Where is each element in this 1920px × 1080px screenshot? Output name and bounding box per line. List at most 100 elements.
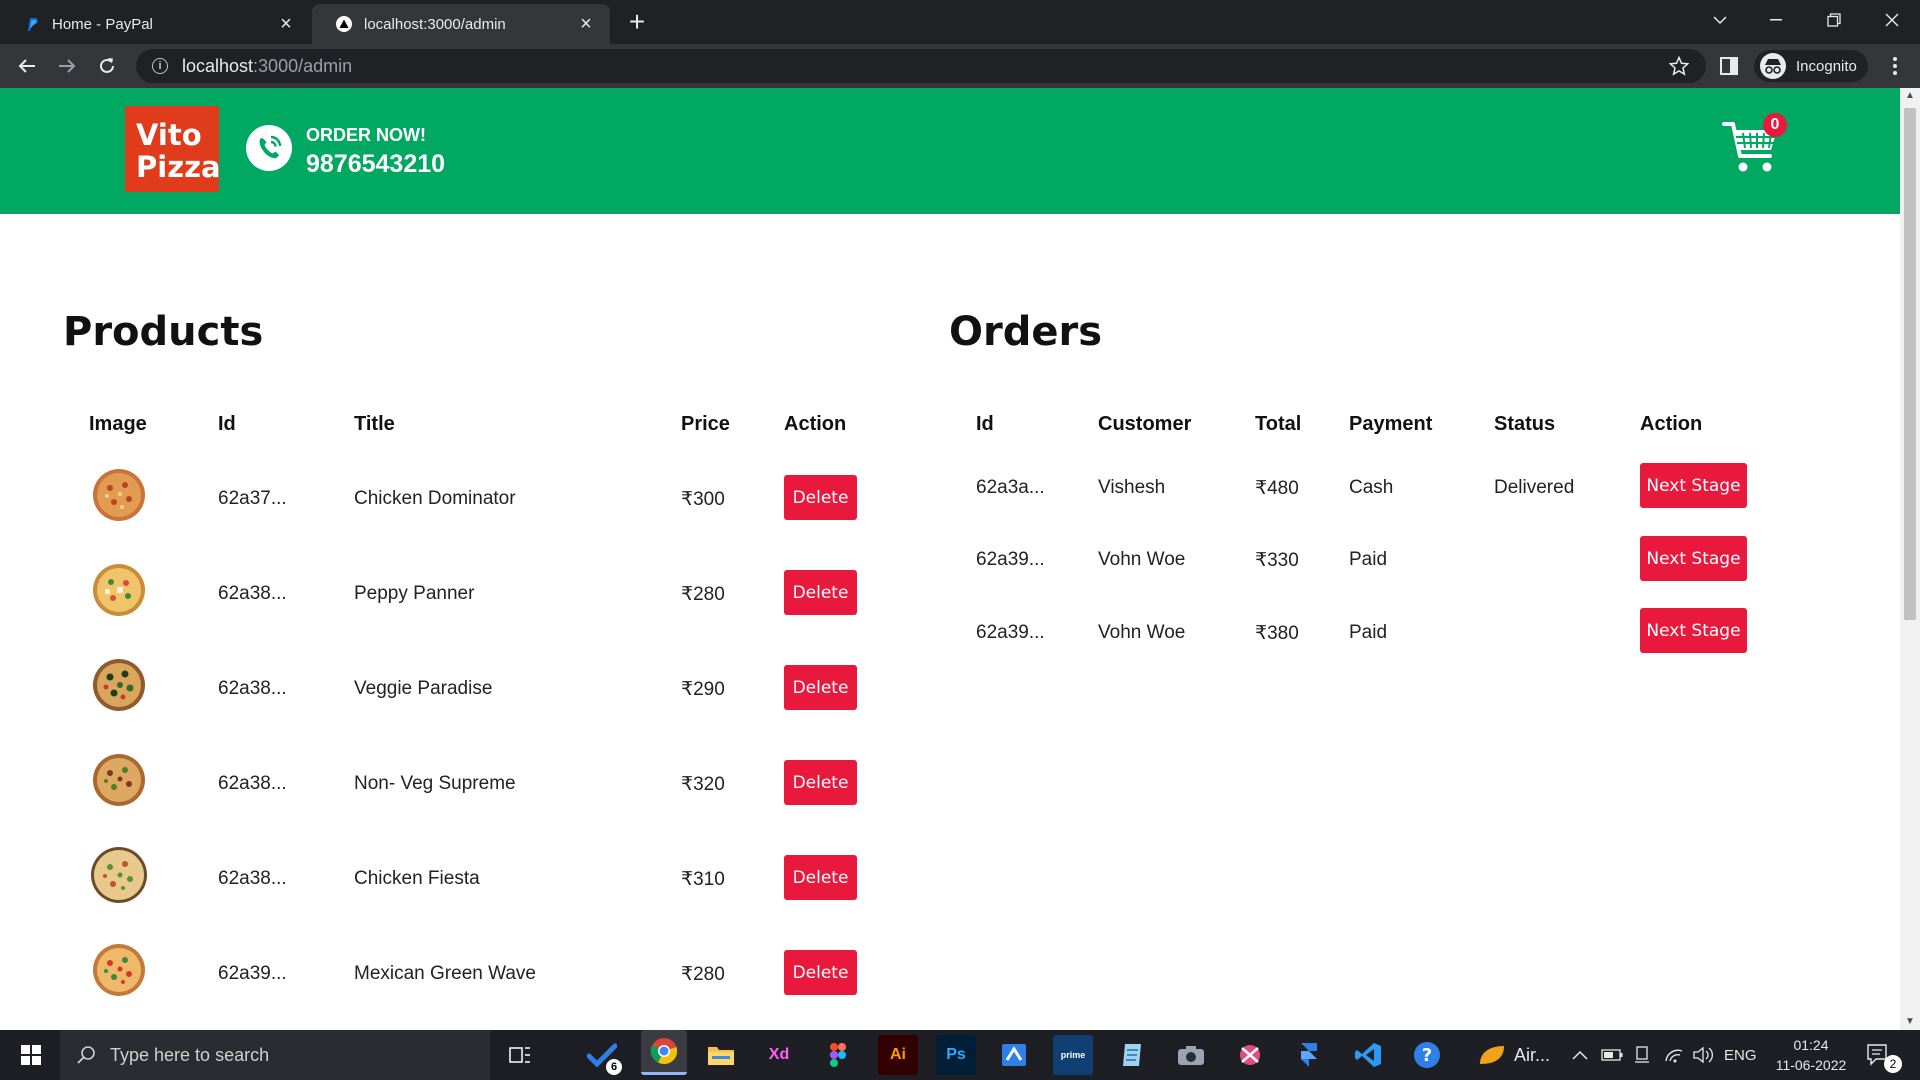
notepad-icon[interactable] [1112, 1035, 1152, 1075]
notification-count-badge: 2 [1884, 1055, 1902, 1073]
tab-paypal[interactable]: Home - PayPal × [0, 4, 310, 44]
orders-header-total: Total [1255, 413, 1302, 435]
todo-app-icon[interactable]: 6 [582, 1035, 622, 1075]
product-title: Peppy Panner [354, 583, 475, 604]
order-total: ₹330 [1255, 550, 1299, 571]
vito-pizza-logo[interactable]: Vito Pizza [125, 106, 221, 192]
battery-icon[interactable] [1601, 1030, 1623, 1080]
restore-button[interactable] [1806, 0, 1862, 40]
help-icon[interactable]: ? [1407, 1035, 1447, 1075]
airplay-weather-widget[interactable]: Air... [1478, 1030, 1550, 1080]
next-stage-button[interactable]: Next Stage [1640, 608, 1747, 653]
windows-start-icon[interactable] [10, 1035, 52, 1075]
scrollbar-thumb[interactable] [1904, 108, 1916, 620]
clock-time: 01:24 [1793, 1037, 1829, 1053]
products-header-price: Price [681, 413, 730, 435]
page-scrollbar[interactable]: ▲ ▼ [1900, 88, 1920, 1030]
chrome-taskbar-icon[interactable] [641, 1030, 687, 1075]
back-arrow-icon[interactable] [12, 51, 42, 81]
tray-overflow-chevron-icon[interactable] [1572, 1030, 1588, 1080]
migration-app-icon[interactable] [994, 1035, 1034, 1075]
delete-button[interactable]: Delete [784, 950, 857, 995]
order-id: 62a39... [976, 622, 1045, 643]
order-now-label: ORDER NOW! [306, 125, 426, 145]
weather-leaf-icon [1480, 1046, 1504, 1064]
address-bar[interactable]: i localhost:3000/admin [136, 49, 1706, 83]
tab-admin[interactable]: localhost:3000/admin × [312, 4, 610, 44]
cart-count-badge: 0 [1763, 113, 1787, 137]
triangle-favicon-icon [336, 16, 352, 32]
adobe-photoshop-icon[interactable]: Ps [936, 1035, 976, 1075]
file-explorer-icon[interactable] [701, 1035, 741, 1075]
adobe-illustrator-icon[interactable]: Ai [878, 1035, 918, 1075]
delete-button[interactable]: Delete [784, 760, 857, 805]
product-title: Veggie Paradise [354, 678, 493, 699]
incognito-profile-button[interactable]: Incognito [1754, 50, 1868, 82]
scroll-up-arrow-icon[interactable]: ▲ [1900, 88, 1920, 104]
clock-date: 11-06-2022 [1775, 1057, 1847, 1073]
paypal-icon [24, 16, 40, 32]
close-window-button[interactable] [1864, 0, 1920, 40]
url-host: localhost [182, 55, 254, 76]
notifications-icon[interactable]: 2 [1866, 1030, 1902, 1080]
close-tab-icon[interactable]: × [576, 14, 596, 34]
pizza-image [93, 754, 145, 806]
order-payment: Paid [1349, 622, 1388, 643]
snip-tool-icon[interactable] [1230, 1035, 1270, 1075]
incognito-icon [1760, 53, 1786, 79]
pizza-image [93, 469, 145, 521]
delete-button[interactable]: Delete [784, 570, 857, 615]
order-id: 62a3a... [976, 477, 1045, 498]
new-tab-button[interactable]: + [622, 8, 652, 38]
orders-header-payment: Payment [1349, 413, 1433, 435]
orders-header-customer: Customer [1098, 413, 1192, 435]
pizza-image [91, 847, 147, 903]
logo-line-2: Pizza [136, 150, 221, 184]
close-tab-icon[interactable]: × [276, 14, 296, 34]
tab-search-chevron-icon[interactable] [1692, 0, 1748, 40]
delete-button[interactable]: Delete [784, 475, 857, 520]
next-stage-button[interactable]: Next Stage [1640, 463, 1747, 508]
windows-taskbar: Type here to search 6 Xd Ai Ps prime ? A… [0, 1030, 1920, 1080]
orders-header-id: Id [976, 413, 994, 435]
forward-arrow-icon[interactable] [52, 51, 82, 81]
order-payment: Cash [1349, 477, 1394, 498]
vscode-icon[interactable] [1348, 1035, 1388, 1075]
prime-video-icon[interactable]: prime [1053, 1035, 1093, 1075]
site-info-icon[interactable]: i [152, 58, 168, 74]
pizza-image [93, 944, 145, 996]
order-customer: Vohn Woe [1098, 622, 1186, 643]
figma-icon[interactable] [818, 1035, 858, 1075]
language-indicator[interactable]: ENG [1724, 1030, 1757, 1080]
products-header-image: Image [89, 413, 147, 435]
reload-icon[interactable] [92, 51, 122, 81]
adobe-xd-icon[interactable]: Xd [759, 1035, 799, 1075]
camera-icon[interactable] [1171, 1035, 1211, 1075]
delete-button[interactable]: Delete [784, 665, 857, 710]
device-icon[interactable] [1634, 1030, 1650, 1080]
volume-icon[interactable] [1692, 1030, 1714, 1080]
products-header-title: Title [354, 413, 395, 435]
framer-icon[interactable] [1289, 1035, 1329, 1075]
next-stage-button[interactable]: Next Stage [1640, 536, 1747, 581]
task-view-icon[interactable] [500, 1035, 540, 1075]
bookmark-star-icon[interactable] [1664, 51, 1694, 81]
logo-line-1: Vito [136, 118, 202, 152]
scroll-down-arrow-icon[interactable]: ▼ [1900, 1014, 1920, 1030]
products-title: Products [63, 309, 264, 355]
delete-button[interactable]: Delete [784, 855, 857, 900]
svg-text:?: ? [1422, 1045, 1432, 1066]
products-header-action: Action [784, 413, 847, 435]
taskbar-search-box[interactable]: Type here to search [60, 1030, 490, 1080]
product-id: 62a37... [218, 488, 287, 509]
phone-number[interactable]: 9876543210 [306, 150, 445, 179]
wifi-icon[interactable] [1664, 1030, 1684, 1080]
search-icon [76, 1045, 96, 1070]
clock[interactable]: 01:24 11-06-2022 [1770, 1030, 1852, 1080]
product-id: 62a38... [218, 868, 287, 889]
minimize-button[interactable] [1748, 0, 1804, 40]
incognito-label: Incognito [1796, 57, 1857, 75]
product-price: ₹280 [681, 584, 725, 605]
side-panel-icon[interactable] [1714, 51, 1744, 81]
browser-menu-icon[interactable] [1880, 51, 1910, 81]
